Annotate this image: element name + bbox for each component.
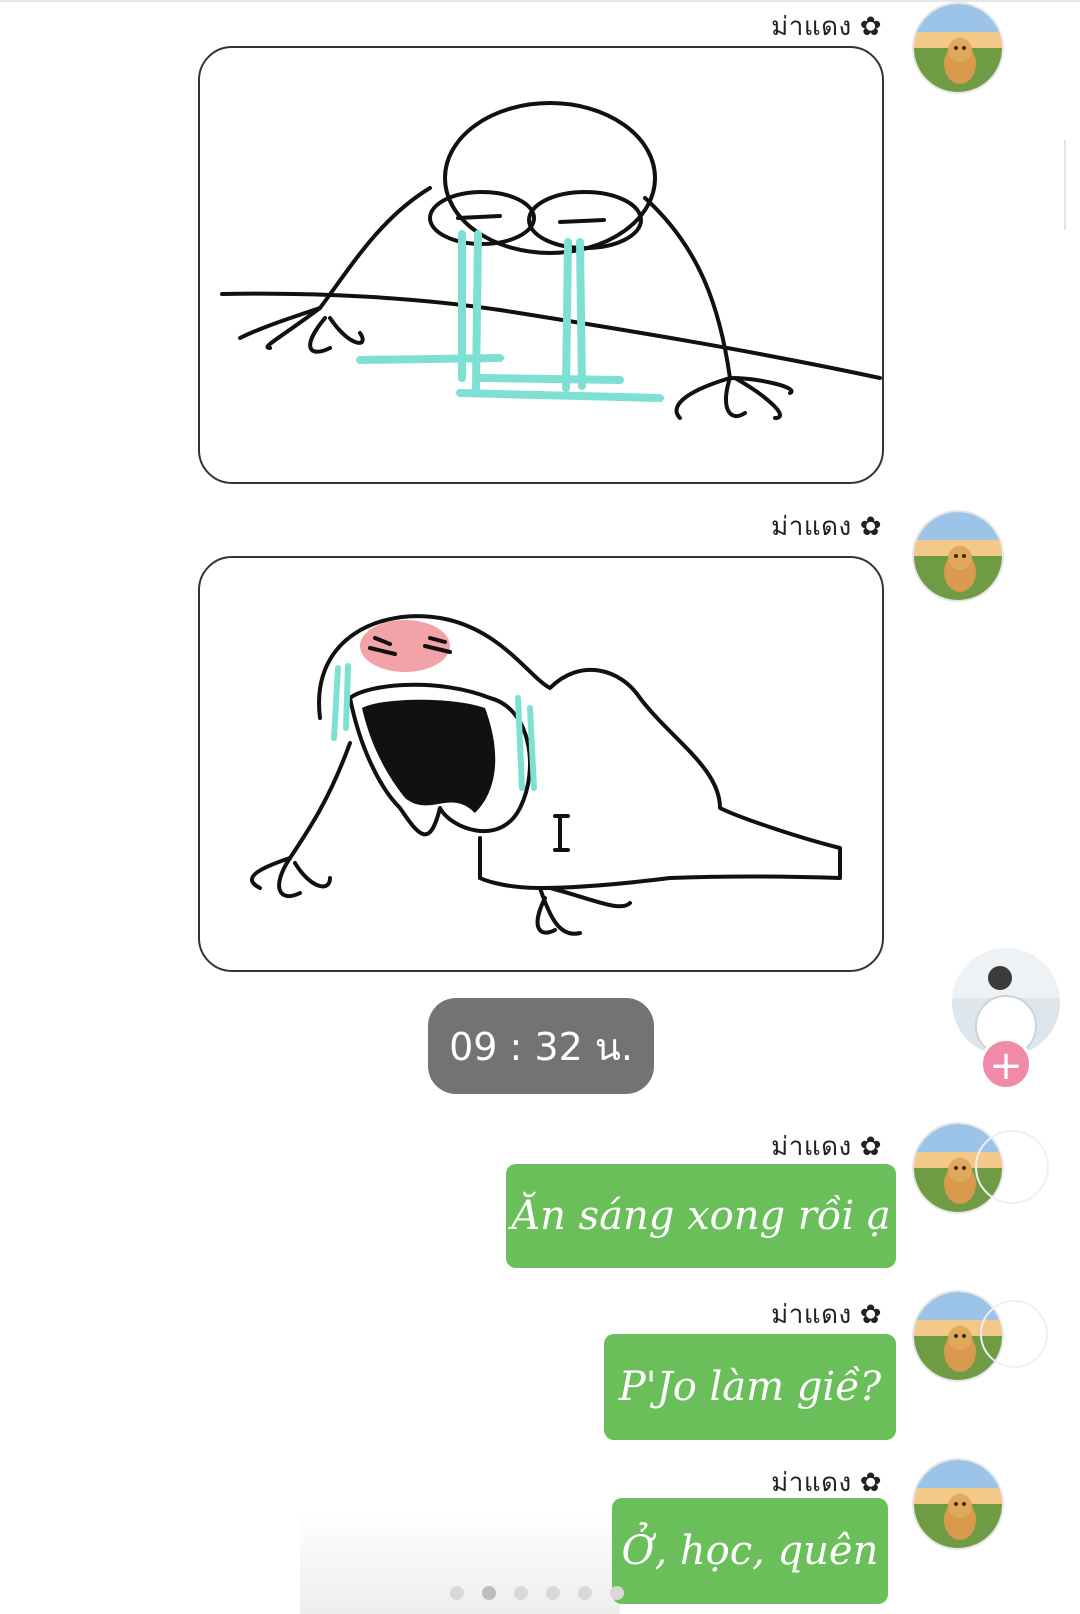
page-dot[interactable]	[610, 1586, 624, 1600]
flower-icon: ✿	[859, 1132, 882, 1162]
page-dot[interactable]	[546, 1586, 560, 1600]
scroll-edge	[1064, 140, 1066, 230]
sticker-crying-table[interactable]	[198, 46, 884, 484]
avatar[interactable]	[912, 2, 1004, 94]
page-indicator	[450, 1586, 624, 1600]
sender-name: ม่าแดง ✿	[771, 512, 882, 542]
message-bubble[interactable]: Ở, học, quên	[612, 1498, 888, 1604]
avatar[interactable]	[912, 510, 1004, 602]
page-dot[interactable]	[482, 1586, 496, 1600]
decorative-circle	[975, 1130, 1049, 1204]
flower-icon: ✿	[859, 1468, 882, 1498]
sender-name: ม่าแดง ✿	[771, 12, 882, 42]
sender-name: ม่าแดง ✿	[771, 1300, 882, 1330]
message-bubble[interactable]: P'Jo làm giề?	[604, 1334, 896, 1440]
flower-icon: ✿	[859, 512, 882, 542]
page-dot[interactable]	[578, 1586, 592, 1600]
top-divider	[0, 0, 1080, 2]
page-dot[interactable]	[450, 1586, 464, 1600]
flower-icon: ✿	[859, 12, 882, 42]
sticker-screaming-creature[interactable]	[198, 556, 884, 972]
time-divider: 09 : 32 น.	[428, 998, 654, 1094]
add-story-icon[interactable]: +	[980, 1038, 1032, 1090]
sender-name: ม่าแดง ✿	[771, 1132, 882, 1162]
avatar[interactable]	[912, 1458, 1004, 1550]
sender-name: ม่าแดง ✿	[771, 1468, 882, 1498]
decorative-circle	[980, 1300, 1048, 1368]
page-dot[interactable]	[514, 1586, 528, 1600]
flower-icon: ✿	[859, 1300, 882, 1330]
message-bubble[interactable]: Ăn sáng xong rồi ạ	[506, 1164, 896, 1268]
